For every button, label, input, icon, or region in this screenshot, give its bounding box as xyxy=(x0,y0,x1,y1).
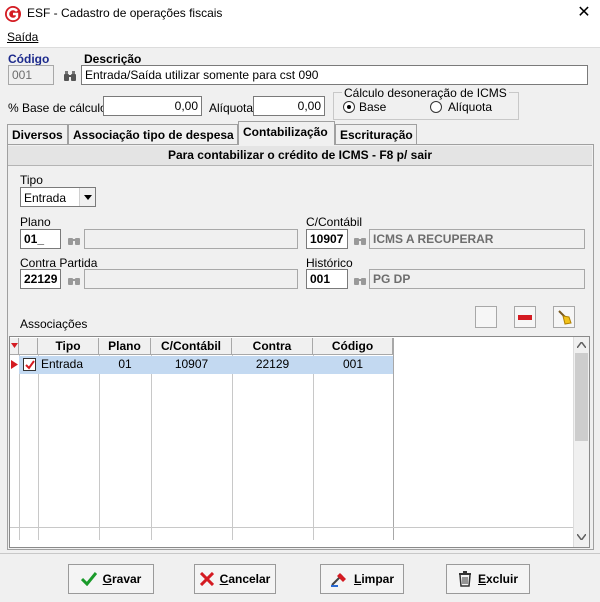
ccontabil-desc-field: ICMS A RECUPERAR xyxy=(369,229,585,249)
row-checkbox[interactable] xyxy=(23,358,36,371)
menu-bar xyxy=(0,28,600,48)
col-ccontabil[interactable]: C/Contábil xyxy=(151,338,232,355)
footer-separator xyxy=(0,553,600,554)
remove-association-button[interactable] xyxy=(514,306,536,328)
clear-associations-button[interactable] xyxy=(553,306,575,328)
ccontabil-label: C/Contábil xyxy=(306,215,363,229)
descricao-label: Descrição xyxy=(84,52,142,66)
radio-aliquota[interactable] xyxy=(430,101,442,113)
radio-base[interactable] xyxy=(343,101,355,113)
broom-icon xyxy=(558,310,572,325)
cell-plano: 01 xyxy=(118,357,132,371)
limpar-label: Limpar xyxy=(353,572,395,586)
tipo-label: Tipo xyxy=(20,173,43,187)
grid-line xyxy=(99,355,100,540)
aliquota-label: Alíquota xyxy=(209,101,254,115)
app-logo-icon xyxy=(5,6,21,22)
ccontabil-field[interactable]: 10907 xyxy=(306,229,348,249)
grid-bottom-line xyxy=(10,527,574,528)
tipo-select[interactable]: Entrada xyxy=(20,187,96,207)
codigo-field[interactable]: 001 xyxy=(8,65,54,85)
tipo-dropdown-button[interactable] xyxy=(79,188,95,206)
col-tipo[interactable]: Tipo xyxy=(38,338,99,355)
cancelar-button[interactable]: Cancelar xyxy=(194,564,276,594)
plano-label: Plano xyxy=(20,215,51,229)
cell-ccontabil: 10907 xyxy=(174,357,209,371)
cell-codigo: 001 xyxy=(342,357,364,371)
excluir-label: Excluir xyxy=(477,572,519,586)
cell-tipo: Entrada xyxy=(41,357,84,371)
associacoes-label: Associações xyxy=(20,317,88,331)
plano-desc-field xyxy=(84,229,298,249)
checkmark-icon xyxy=(25,360,35,370)
binoculars-icon[interactable] xyxy=(353,274,367,286)
binoculars-icon[interactable] xyxy=(67,274,81,286)
gravar-button[interactable]: Gravar xyxy=(68,564,154,594)
grid-line xyxy=(313,355,314,540)
base-calculo-label: % Base de cálculo xyxy=(8,101,107,115)
minus-icon xyxy=(518,315,532,320)
trash-icon xyxy=(458,571,471,587)
chevron-down-icon xyxy=(84,195,92,200)
row-indicator-header xyxy=(10,338,19,355)
grid-line xyxy=(38,355,39,540)
plano-field[interactable]: 01_ xyxy=(20,229,61,249)
radio-base-label: Base xyxy=(359,100,387,114)
contra-partida-desc-field xyxy=(84,269,298,289)
tab-escrituracao[interactable]: Escrituração xyxy=(335,124,417,144)
grid-line xyxy=(232,355,233,540)
tipo-select-value: Entrada xyxy=(24,191,67,205)
tab-diversos[interactable]: Diversos xyxy=(7,124,68,144)
tab-associacao-tipo-despesa[interactable]: Associação tipo de despesa xyxy=(68,124,238,144)
binoculars-icon[interactable] xyxy=(353,234,367,246)
x-icon xyxy=(199,572,214,586)
add-association-button[interactable] xyxy=(475,306,497,328)
scroll-down-icon[interactable] xyxy=(577,534,586,540)
panel-title: Para contabilizar o crédito de ICMS - F8… xyxy=(8,146,592,166)
binoculars-icon[interactable] xyxy=(67,234,81,246)
col-codigo[interactable]: Código xyxy=(313,338,393,355)
menu-saida-label: Saída xyxy=(7,30,39,44)
grid-line xyxy=(151,355,152,540)
contra-partida-field[interactable]: 22129 xyxy=(20,269,61,289)
eraser-icon xyxy=(330,573,346,587)
excluir-button[interactable]: Excluir xyxy=(446,564,530,594)
grid-line xyxy=(393,338,394,540)
historico-field[interactable]: 001 xyxy=(306,269,348,289)
cell-contra: 22129 xyxy=(255,357,290,371)
descricao-field[interactable]: Entrada/Saída utilizar somente para cst … xyxy=(81,65,588,85)
binoculars-icon[interactable] xyxy=(63,70,77,82)
gravar-label: Gravar xyxy=(102,572,142,586)
scrollbar-thumb[interactable] xyxy=(575,353,588,441)
historico-desc-field: PG DP xyxy=(369,269,585,289)
base-calculo-field[interactable]: 0,00 xyxy=(103,96,202,116)
tab-contabilizacao[interactable]: Contabilização xyxy=(238,121,335,145)
cancelar-label: Cancelar xyxy=(219,572,271,586)
menu-saida[interactable]: Saída xyxy=(7,30,38,44)
contra-partida-label: Contra Partida xyxy=(20,256,98,270)
current-row-arrow-icon xyxy=(11,360,18,369)
col-contra[interactable]: Contra xyxy=(232,338,313,355)
codigo-label: Código xyxy=(8,52,50,66)
limpar-button[interactable]: Limpar xyxy=(320,564,404,594)
radio-aliquota-label: Alíquota xyxy=(448,100,493,114)
aliquota-field[interactable]: 0,00 xyxy=(253,96,325,116)
checkbox-column-header xyxy=(19,338,38,355)
col-plano[interactable]: Plano xyxy=(99,338,151,355)
check-icon xyxy=(80,572,97,586)
scroll-up-icon[interactable] xyxy=(577,342,586,348)
calculo-desoneracao-label: Cálculo desoneração de ICMS xyxy=(342,86,509,100)
historico-label: Histórico xyxy=(306,256,353,270)
window-title: ESF - Cadastro de operações fiscais xyxy=(27,6,223,20)
sort-arrow-icon xyxy=(11,343,18,348)
close-button[interactable]: ✕ xyxy=(572,2,596,24)
grid-line xyxy=(19,355,20,540)
